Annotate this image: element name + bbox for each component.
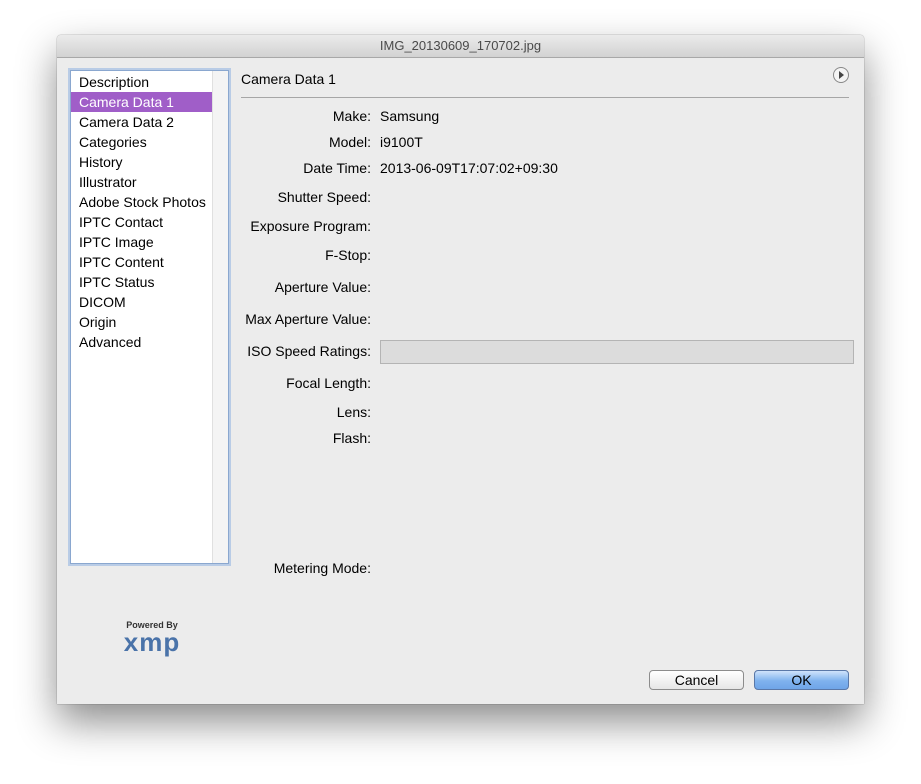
exposure-program-label: Exposure Program: xyxy=(250,218,371,234)
play-triangle-icon xyxy=(839,71,844,79)
model-label: Model: xyxy=(328,134,371,150)
cancel-button[interactable]: Cancel xyxy=(649,670,744,690)
aperture-value-label: Aperture Value: xyxy=(274,279,371,295)
panel-menu-button[interactable] xyxy=(833,67,849,83)
max-aperture-value-label: Max Aperture Value: xyxy=(245,311,371,327)
focal-length-label: Focal Length: xyxy=(286,375,371,391)
window-title: IMG_20130609_170702.jpg xyxy=(57,35,864,58)
panel-title: Camera Data 1 xyxy=(241,71,336,87)
shutter-speed-label: Shutter Speed: xyxy=(277,189,371,205)
sidebar-item-description[interactable]: Description xyxy=(71,72,212,92)
iso-speed-ratings-field[interactable] xyxy=(380,340,854,364)
flash-label: Flash: xyxy=(332,430,371,446)
f-stop-label: F-Stop: xyxy=(325,247,371,263)
iso-speed-ratings-label: ISO Speed Ratings: xyxy=(247,343,371,359)
make-value[interactable]: Samsung xyxy=(380,108,439,124)
model-value[interactable]: i9100T xyxy=(380,134,423,150)
date-time-value[interactable]: 2013-06-09T17:07:02+09:30 xyxy=(380,160,558,176)
file-info-dialog: IMG_20130609_170702.jpg Description Came… xyxy=(57,35,864,704)
make-label: Make: xyxy=(332,108,371,124)
sidebar-item-dicom[interactable]: DICOM xyxy=(71,292,212,312)
xmp-logo-text: xmp xyxy=(123,627,181,657)
xmp-logo: Powered By xmp xyxy=(112,620,192,660)
panel-divider xyxy=(241,97,849,98)
lens-label: Lens: xyxy=(336,404,371,420)
metering-mode-label: Metering Mode: xyxy=(273,560,371,576)
date-time-label: Date Time: xyxy=(303,160,371,176)
ok-button[interactable]: OK xyxy=(754,670,849,690)
